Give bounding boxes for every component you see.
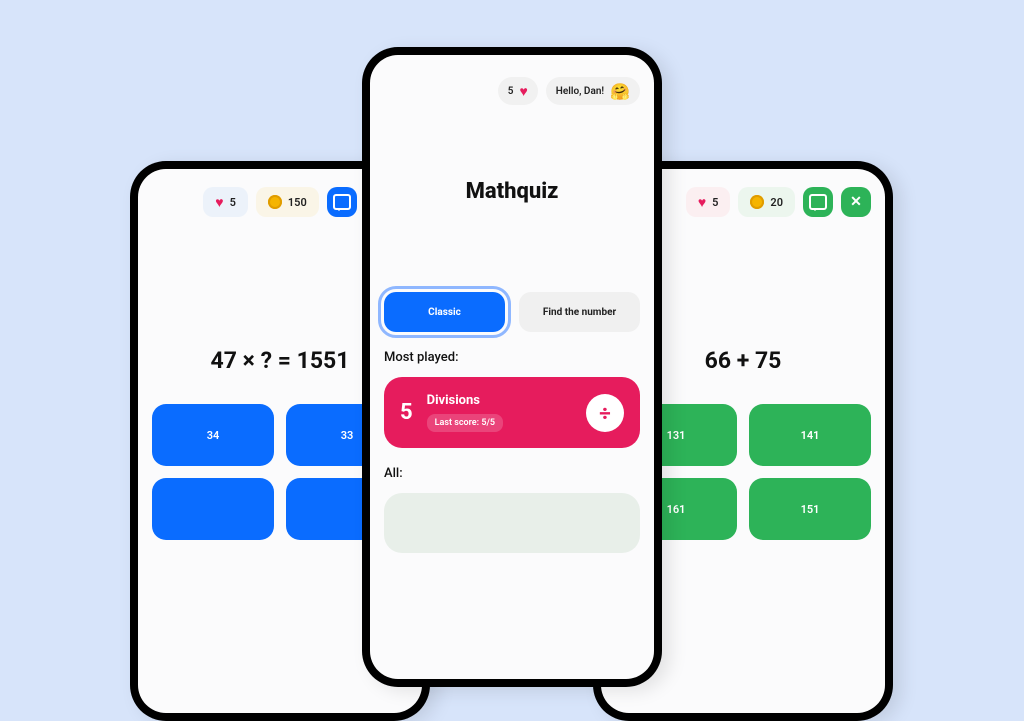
coin-icon <box>750 195 764 209</box>
featured-score: Last score: 5/5 <box>427 414 503 432</box>
header-center: 5 ♥ Hello, Dan! 🤗 <box>370 55 654 105</box>
chat-icon <box>333 194 351 210</box>
mode-find-number[interactable]: Find the number <box>519 292 640 332</box>
coins-chip[interactable]: 150 <box>256 187 319 217</box>
featured-name: Divisions <box>427 393 503 408</box>
coins-chip[interactable]: 20 <box>738 187 795 217</box>
hearts-count: 5 <box>230 196 236 209</box>
heart-icon: ♥ <box>215 194 223 211</box>
hearts-chip[interactable]: ♥ 5 <box>203 187 248 217</box>
greeting-text: Hello, Dan! <box>556 86 604 97</box>
division-icon: ÷ <box>586 394 624 432</box>
coins-count: 20 <box>770 196 783 209</box>
coins-count: 150 <box>288 196 307 209</box>
hearts-count: 5 <box>508 86 514 97</box>
list-item[interactable] <box>384 493 640 553</box>
featured-count: 5 <box>400 400 413 425</box>
hearts-pill[interactable]: 5 ♥ <box>498 77 538 105</box>
answer-option[interactable]: 151 <box>749 478 871 540</box>
section-most-played: Most played: <box>370 350 654 365</box>
mode-classic[interactable]: Classic <box>384 292 505 332</box>
heart-icon: ♥ <box>519 83 527 100</box>
chat-icon <box>809 194 827 210</box>
close-button[interactable]: ✕ <box>841 187 871 217</box>
hearts-chip[interactable]: ♥ 5 <box>686 187 731 217</box>
coin-icon <box>268 195 282 209</box>
chat-button[interactable] <box>327 187 357 217</box>
hearts-count: 5 <box>712 196 718 209</box>
mode-row: Classic Find the number <box>370 292 654 332</box>
answer-option[interactable]: 141 <box>749 404 871 466</box>
phone-center: 5 ♥ Hello, Dan! 🤗 Mathquiz Classic Find … <box>362 47 662 687</box>
app-title: Mathquiz <box>370 179 654 204</box>
answer-option[interactable] <box>152 478 274 540</box>
chat-button[interactable] <box>803 187 833 217</box>
answer-option[interactable]: 34 <box>152 404 274 466</box>
greeting-pill[interactable]: Hello, Dan! 🤗 <box>546 77 640 105</box>
section-all: All: <box>370 466 654 481</box>
close-icon: ✕ <box>850 194 862 210</box>
featured-card-divisions[interactable]: 5 Divisions Last score: 5/5 ÷ <box>384 377 640 448</box>
hug-emoji-icon: 🤗 <box>610 82 630 101</box>
heart-icon: ♥ <box>698 194 706 211</box>
